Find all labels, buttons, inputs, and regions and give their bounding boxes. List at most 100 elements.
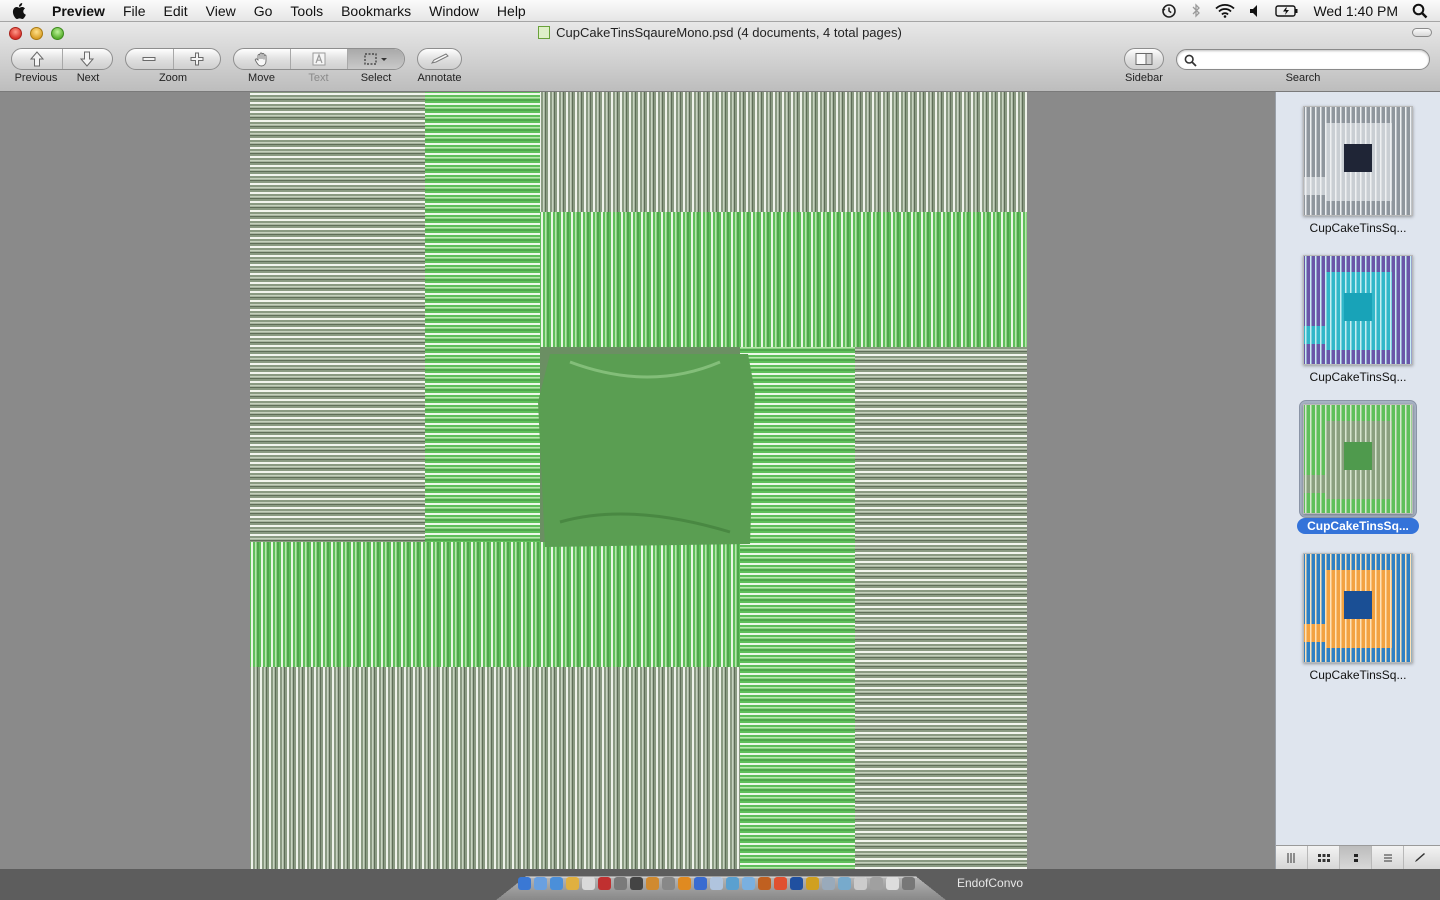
dock-app-icon[interactable]: [534, 877, 547, 890]
thumbnail-4[interactable]: [1303, 553, 1413, 663]
select-tool-button[interactable]: [348, 49, 404, 69]
document-proxy-icon[interactable]: [538, 26, 551, 39]
table-of-contents-button[interactable]: [1372, 846, 1404, 869]
zoom-out-button[interactable]: [126, 49, 174, 69]
bluetooth-icon[interactable]: [1184, 0, 1208, 22]
pencil-icon: [430, 53, 449, 64]
window-title-text: CupCakeTinsSqaureMono.psd (4 documents, …: [556, 25, 902, 40]
menu-edit[interactable]: Edit: [155, 0, 197, 22]
apple-menu-icon[interactable]: [0, 2, 38, 19]
menu-app-name[interactable]: Preview: [38, 0, 114, 22]
sidebar-toggle-face[interactable]: [1125, 49, 1163, 69]
annotations-list-button[interactable]: [1404, 846, 1436, 869]
dock-app-icon[interactable]: [678, 877, 691, 890]
search-input[interactable]: [1201, 52, 1421, 67]
dock-app-icon[interactable]: [886, 877, 899, 890]
next-label: Next: [76, 72, 100, 84]
sidebar-label: Sidebar: [1125, 72, 1163, 84]
dock-app-icon[interactable]: [758, 877, 771, 890]
menu-bar: Preview File Edit View Go Tools Bookmark…: [0, 0, 1440, 22]
move-label: Move: [248, 72, 275, 84]
plus-icon: [190, 52, 204, 66]
dock-app-icon[interactable]: [710, 877, 723, 890]
time-machine-icon[interactable]: [1154, 0, 1184, 22]
previous-next-control: [11, 48, 113, 70]
battery-icon[interactable]: [1268, 0, 1306, 22]
sidebar-toggle-button[interactable]: [1124, 48, 1164, 70]
dock-item-label: EndofConvo: [957, 876, 1024, 890]
dock-app-icon[interactable]: [598, 877, 611, 890]
wifi-icon[interactable]: [1208, 0, 1242, 22]
menu-view[interactable]: View: [197, 0, 245, 22]
dock-app-icon[interactable]: [518, 877, 531, 890]
document-page-image[interactable]: [250, 92, 1027, 869]
dock: EndofConvo: [0, 869, 1440, 900]
window-titlebar: CupCakeTinsSqaureMono.psd (4 documents, …: [0, 22, 1440, 92]
down-arrow-icon: [80, 51, 95, 67]
dock-app-icon[interactable]: [822, 877, 835, 890]
zoom-label: Zoom: [158, 72, 188, 84]
select-label: Select: [360, 72, 392, 84]
magnifier-icon: [1184, 54, 1197, 67]
move-tool-button[interactable]: [234, 49, 291, 69]
menu-bookmarks[interactable]: Bookmarks: [332, 0, 420, 22]
dock-app-icon[interactable]: [854, 877, 867, 890]
toolbar-toggle-button[interactable]: [1412, 28, 1432, 37]
dock-app-icon[interactable]: [614, 877, 627, 890]
cupcake-tins-image: [250, 92, 1027, 869]
spotlight-icon[interactable]: [1405, 0, 1440, 22]
menu-help[interactable]: Help: [488, 0, 535, 22]
menu-tools[interactable]: Tools: [281, 0, 332, 22]
annotate-button[interactable]: [417, 48, 462, 70]
thumbnail-label[interactable]: CupCakeTinsSq...: [1297, 518, 1419, 534]
thumbnail-3[interactable]: [1303, 404, 1413, 514]
dock-app-icon[interactable]: [902, 877, 915, 890]
dock-app-icon[interactable]: [662, 877, 675, 890]
columns-icon: [1287, 852, 1294, 863]
search-field[interactable]: [1176, 49, 1430, 70]
contact-sheet-view-button[interactable]: [1276, 846, 1308, 869]
previous-label: Previous: [14, 72, 58, 84]
menu-file[interactable]: File: [114, 0, 155, 22]
volume-icon[interactable]: [1242, 0, 1268, 22]
window-title: CupCakeTinsSqaureMono.psd (4 documents, …: [0, 25, 1440, 40]
annotate-button-face[interactable]: [418, 49, 461, 69]
tool-mode-control: [233, 48, 405, 70]
dock-app-icon[interactable]: [550, 877, 563, 890]
grid-icon: [1317, 853, 1330, 862]
dock-app-icon[interactable]: [646, 877, 659, 890]
thumbnail-label[interactable]: CupCakeTinsSq...: [1297, 667, 1419, 683]
thumbnail-label[interactable]: CupCakeTinsSq...: [1297, 220, 1419, 236]
grid-view-button[interactable]: [1308, 846, 1340, 869]
menu-window[interactable]: Window: [420, 0, 488, 22]
rectangle-select-icon: [364, 53, 387, 65]
next-button[interactable]: [63, 49, 113, 69]
search-label: Search: [1285, 72, 1321, 84]
dock-app-icon[interactable]: [790, 877, 803, 890]
dock-app-icon[interactable]: [566, 877, 579, 890]
dock-app-icon[interactable]: [742, 877, 755, 890]
dock-app-icon[interactable]: [582, 877, 595, 890]
dock-app-icon[interactable]: [870, 877, 883, 890]
dock-app-icon[interactable]: [694, 877, 707, 890]
thumbnail-sidebar: CupCakeTinsSq... CupCakeTinsSq... CupCakeT…: [1275, 92, 1440, 869]
sidebar-view-toolbar: [1276, 845, 1440, 869]
thumbnail-1[interactable]: [1303, 106, 1413, 216]
dock-app-icon[interactable]: [630, 877, 643, 890]
zoom-control: [125, 48, 221, 70]
thumbnail-2[interactable]: [1303, 255, 1413, 365]
dock-app-icon[interactable]: [774, 877, 787, 890]
dock-app-icon[interactable]: [806, 877, 819, 890]
thumbnail-label[interactable]: CupCakeTinsSq...: [1297, 369, 1419, 385]
menubar-clock[interactable]: Wed 1:40 PM: [1306, 0, 1405, 22]
menu-go[interactable]: Go: [245, 0, 282, 22]
thumbnails-icon: [1353, 853, 1358, 862]
thumbnail-view-button[interactable]: [1340, 846, 1372, 869]
document-view[interactable]: [0, 92, 1275, 869]
text-select-icon: [312, 52, 326, 66]
text-tool-button[interactable]: [291, 49, 348, 69]
previous-button[interactable]: [12, 49, 63, 69]
zoom-in-button[interactable]: [174, 49, 221, 69]
dock-app-icon[interactable]: [726, 877, 739, 890]
dock-app-icon[interactable]: [838, 877, 851, 890]
